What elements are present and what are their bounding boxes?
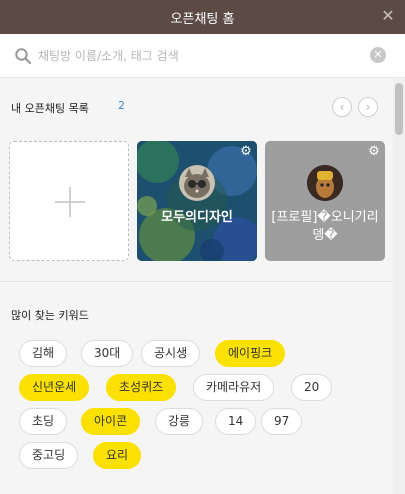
- keyword-chip[interactable]: 중고딩: [19, 442, 79, 469]
- my-chats-label: 내 오픈채팅 목록: [11, 102, 89, 115]
- keyword-chip[interactable]: 신년운세: [19, 374, 90, 401]
- keyword-chip[interactable]: 김해: [19, 340, 68, 367]
- title-bar: 오픈채팅 홈 ✕: [0, 0, 405, 34]
- main-content: 내 오픈채팅 목록 2 ‹ › ⚙ 모두의디자인 ⚙ [프로필]�오니기리뎅� …: [0, 79, 392, 494]
- my-chats-count: 2: [118, 99, 125, 112]
- my-chats-header: 내 오픈채팅 목록 2 ‹ ›: [0, 79, 392, 139]
- search-icon: [15, 48, 32, 65]
- scrollbar-thumb[interactable]: [395, 83, 403, 135]
- close-icon[interactable]: ✕: [379, 7, 397, 25]
- clear-search-icon[interactable]: ✕: [370, 47, 386, 63]
- settings-icon[interactable]: ⚙: [367, 145, 381, 159]
- chat-card-name: 모두의디자인: [161, 210, 233, 225]
- keyword-chip[interactable]: 공시생: [141, 340, 201, 367]
- keyword-chip[interactable]: 97: [261, 408, 303, 435]
- search-bar: ✕: [0, 34, 405, 78]
- create-chat-button[interactable]: [9, 141, 129, 261]
- settings-icon[interactable]: ⚙: [239, 145, 253, 159]
- keyword-chip[interactable]: 30대: [81, 340, 134, 367]
- chat-cover-image: [137, 141, 257, 261]
- chat-card-name: [프로필]�오니기리뎅�: [271, 210, 379, 243]
- profile-avatar: [307, 165, 343, 201]
- my-chats-list: ⚙ 모두의디자인 ⚙ [프로필]�오니기리뎅�: [0, 141, 392, 263]
- next-page-button[interactable]: ›: [358, 97, 378, 117]
- prev-page-button[interactable]: ‹: [332, 97, 352, 117]
- keyword-chip[interactable]: 14: [215, 408, 257, 435]
- keyword-chip[interactable]: 아이콘: [81, 408, 141, 435]
- section-divider: [0, 281, 392, 282]
- cat-avatar: [179, 165, 215, 201]
- keyword-chip[interactable]: 초성퀴즈: [106, 374, 177, 401]
- window-title: 오픈채팅 홈: [170, 12, 235, 27]
- keyword-chip[interactable]: 초딩: [19, 408, 68, 435]
- keyword-chip[interactable]: 요리: [93, 442, 142, 469]
- keyword-chip[interactable]: 20: [291, 374, 333, 401]
- keyword-chip[interactable]: 에이핑크: [215, 340, 286, 367]
- chat-card[interactable]: ⚙ 모두의디자인: [137, 141, 257, 261]
- search-input[interactable]: [38, 44, 363, 68]
- keyword-chip[interactable]: 카메라유저: [193, 374, 275, 401]
- scrollbar[interactable]: [393, 79, 405, 494]
- chat-card[interactable]: ⚙ [프로필]�오니기리뎅�: [265, 141, 385, 261]
- keyword-chip[interactable]: 강릉: [155, 408, 204, 435]
- keywords-title: 많이 찾는 키워드: [11, 309, 89, 322]
